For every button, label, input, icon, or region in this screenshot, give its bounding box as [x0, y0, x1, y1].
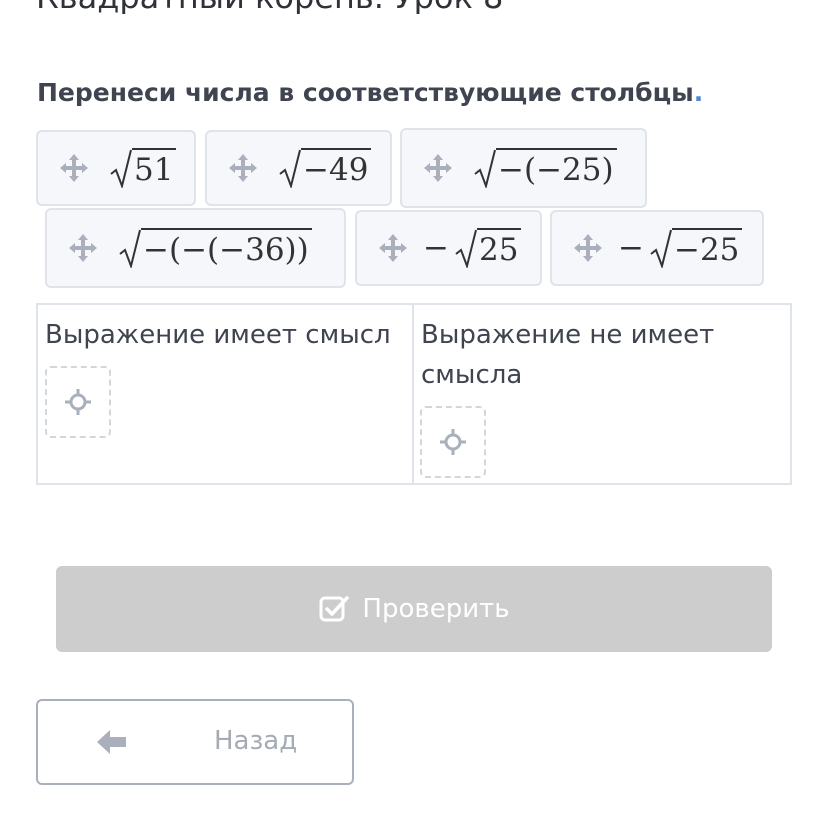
sqrt-sign-icon [119, 229, 141, 267]
math-expression: −(−(−36)) [113, 228, 312, 268]
sqrt-sign-icon [474, 149, 496, 187]
sqrt-sign-icon [454, 229, 477, 267]
instruction-text: Перенеси числа в соответствующие столбцы [37, 78, 694, 107]
drop-target-icon [438, 427, 468, 457]
draggable-chip[interactable]: − 25 [355, 210, 542, 286]
move-arrows-icon [229, 154, 257, 182]
radicand: −(−25) [496, 148, 617, 188]
radicand: −(−(−36)) [141, 228, 312, 268]
column-has-meaning: Выражение имеет смысл [38, 305, 414, 483]
move-arrows-icon [60, 154, 88, 182]
radicand: 51 [132, 148, 177, 188]
radicand: −49 [301, 148, 372, 188]
move-arrows-icon [574, 234, 602, 262]
check-button-label: Проверить [362, 594, 510, 624]
sorting-table: Выражение имеет смысл Выражение не имеет… [36, 303, 792, 485]
radicand: −25 [671, 228, 743, 268]
radicand: 25 [476, 228, 522, 268]
math-expression: − 25 [423, 228, 522, 268]
draggable-chip[interactable]: −(−25) [400, 128, 647, 208]
move-arrows-icon [379, 234, 407, 262]
column-header: Выражение имеет смысл [45, 320, 391, 350]
draggable-chip[interactable]: −49 [205, 130, 392, 206]
drop-zone[interactable] [45, 366, 111, 438]
drop-target-icon [63, 387, 93, 417]
lesson-title: Квадратный корень. Урок 8 [36, 0, 796, 14]
back-button[interactable]: Назад [36, 699, 354, 785]
draggable-chip[interactable]: 51 [36, 130, 196, 206]
sqrt-sign-icon [649, 229, 672, 267]
sqrt-sign-icon [110, 149, 132, 187]
arrow-left-icon [97, 730, 126, 754]
math-expression: − −25 [618, 228, 743, 268]
draggable-chip[interactable]: −(−(−36)) [45, 208, 346, 288]
check-button[interactable]: Проверить [56, 566, 772, 652]
math-expression: 51 [104, 148, 177, 188]
column-header: Выражение не имеет смысла [421, 320, 715, 390]
expression-minus: − [618, 230, 644, 266]
sqrt-sign-icon [279, 149, 301, 187]
move-arrows-icon [424, 154, 452, 182]
draggable-chip[interactable]: − −25 [550, 210, 764, 286]
instruction-period: . [693, 78, 704, 107]
expression-minus: − [423, 230, 449, 266]
move-arrows-icon [69, 234, 97, 262]
math-expression: −49 [273, 148, 372, 188]
back-button-label: Назад [214, 726, 298, 756]
math-expression: −(−25) [468, 148, 617, 188]
task-instruction: Перенеси числа в соответствующие столбцы… [37, 78, 703, 107]
checkbox-check-icon [319, 596, 350, 622]
column-no-meaning: Выражение не имеет смысла [414, 305, 790, 483]
drop-zone[interactable] [420, 406, 486, 478]
